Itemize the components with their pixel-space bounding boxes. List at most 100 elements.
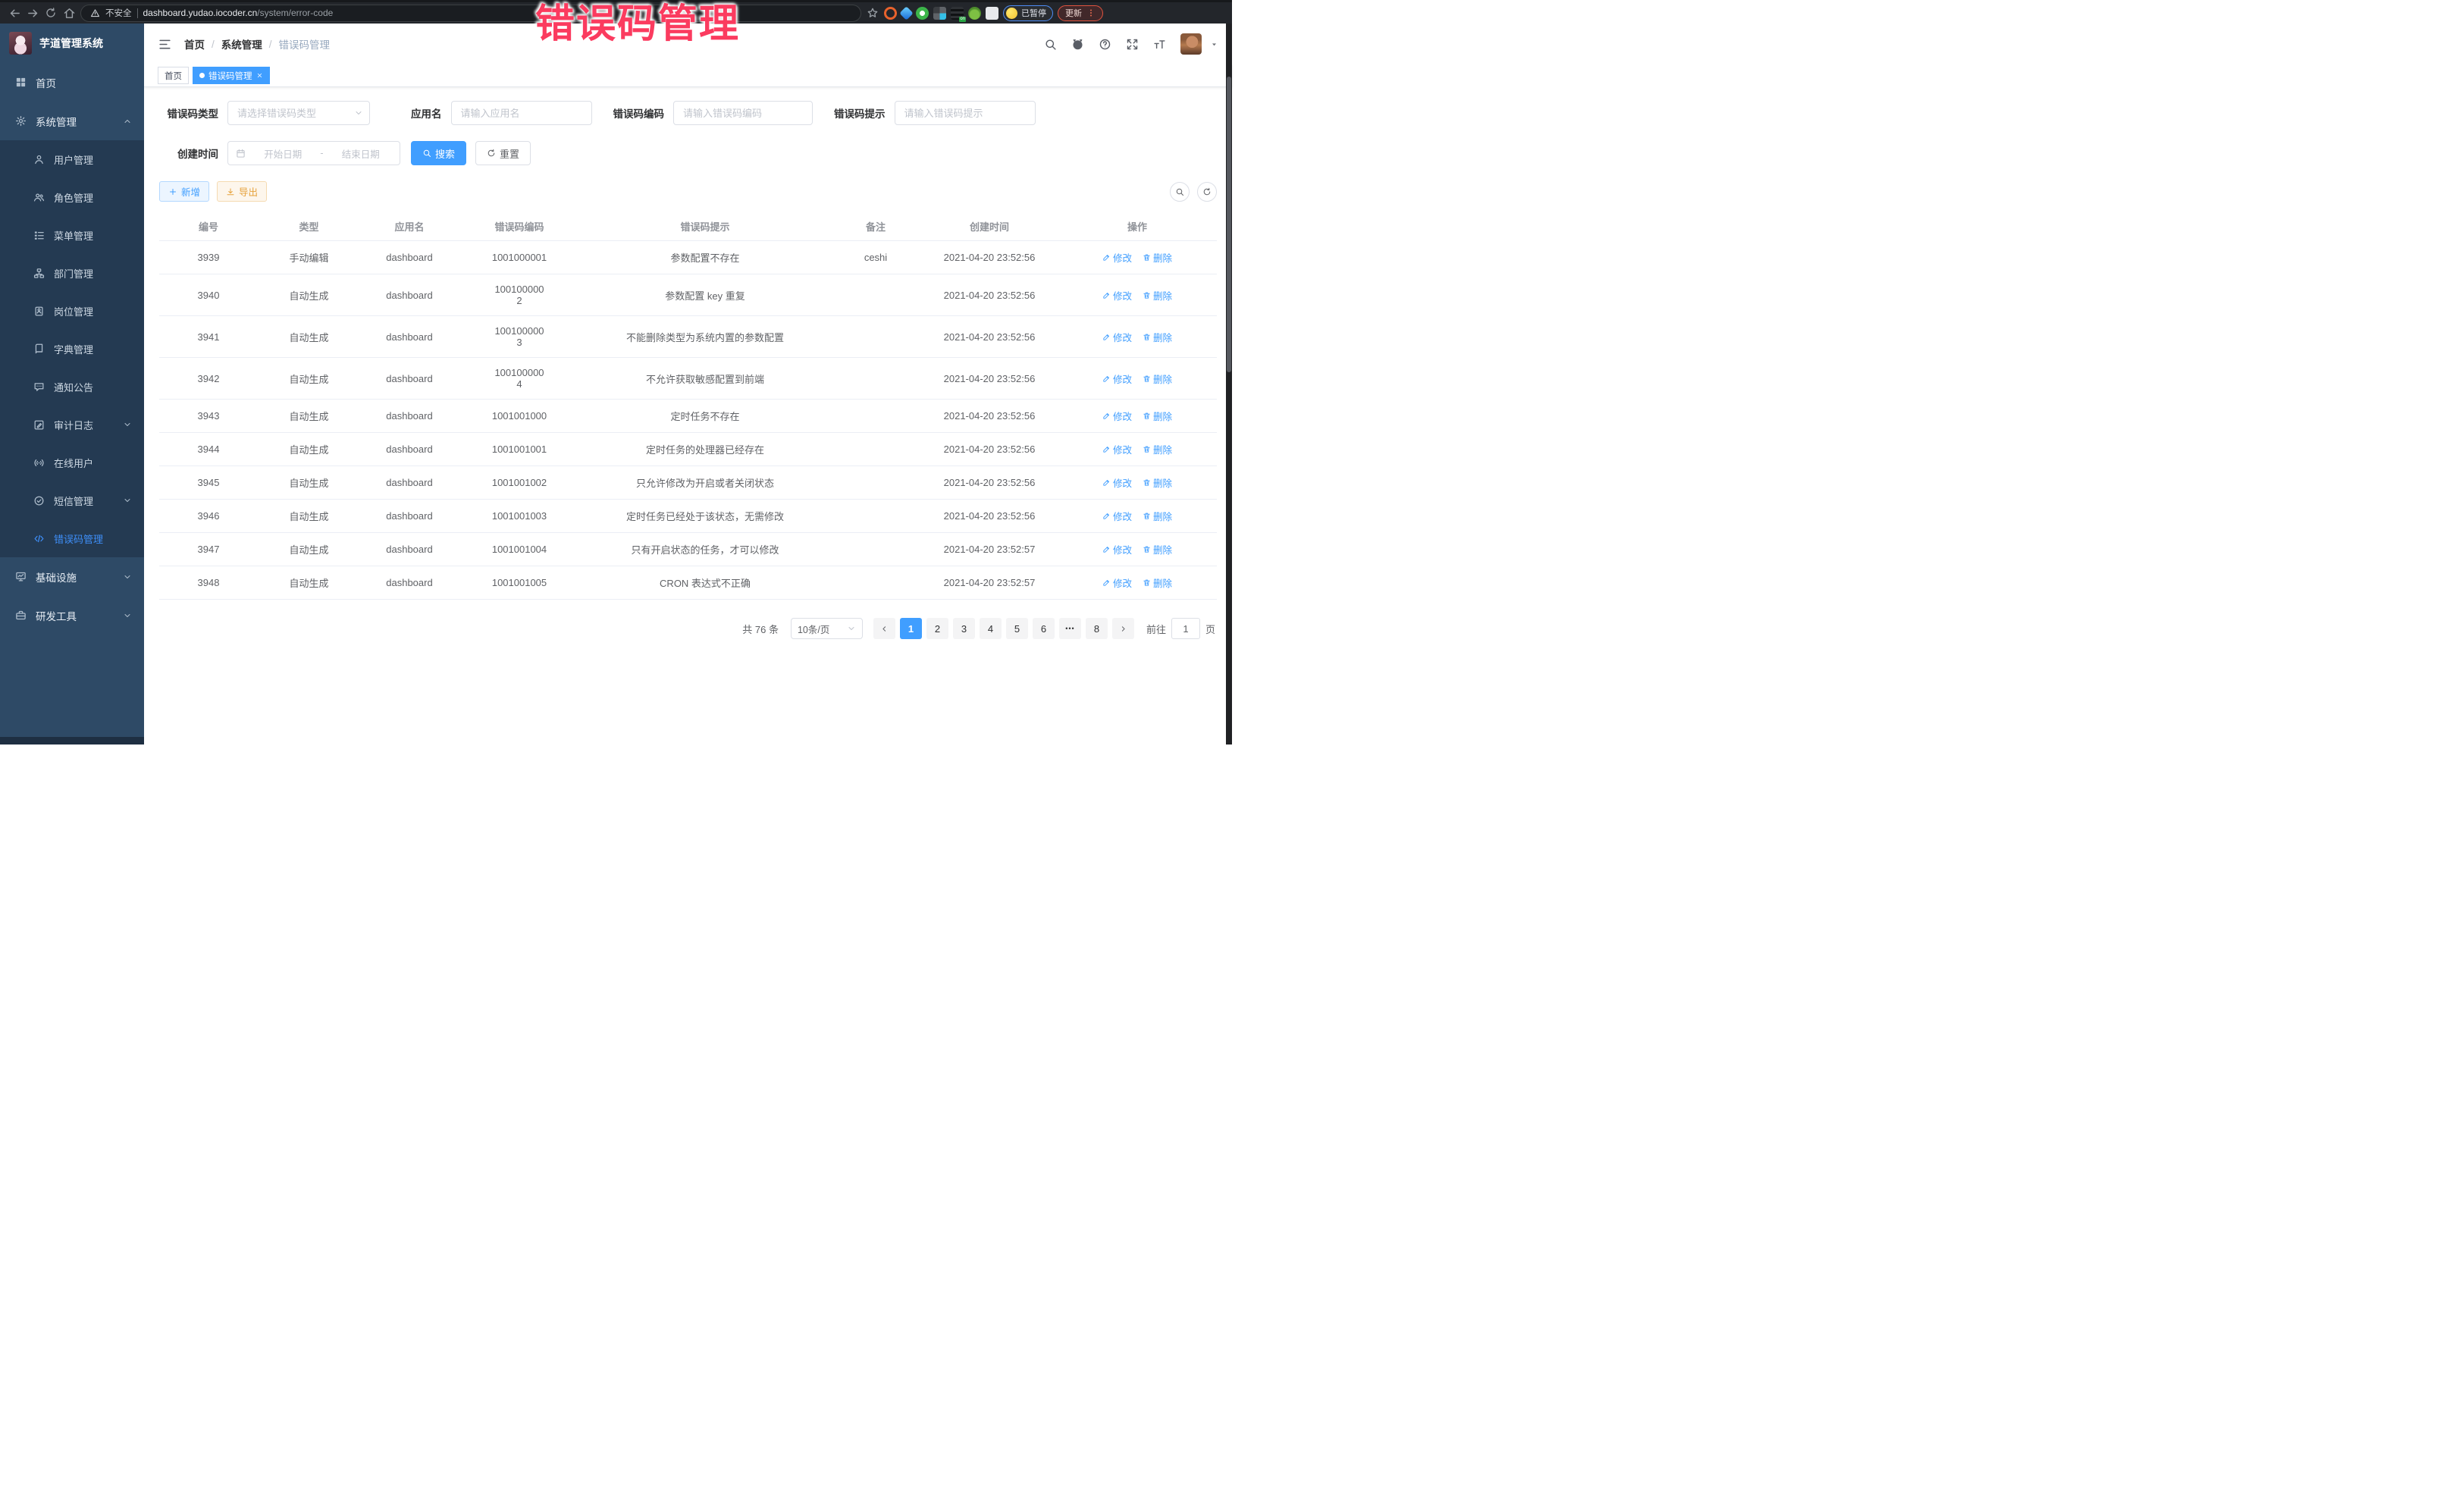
page-size-select[interactable] [791, 618, 863, 639]
breadcrumb-home[interactable]: 首页 [184, 36, 205, 52]
error-code-input[interactable] [673, 101, 813, 125]
edit-link[interactable]: 修改 [1102, 575, 1132, 590]
delete-link[interactable]: 删除 [1143, 475, 1172, 490]
sidebar-item-online-users[interactable]: 在线用户 [0, 444, 144, 481]
table-row: 3943 自动生成 dashboard 1001001000 定时任务不存在 2… [159, 400, 1217, 433]
sidebar-item-system[interactable]: 系统管理 [0, 102, 144, 140]
sidebar-item-announcements[interactable]: 通知公告 [0, 368, 144, 406]
user-avatar[interactable] [1180, 33, 1202, 55]
extension-icon-puzzle[interactable] [986, 7, 998, 20]
page-button-3[interactable]: 3 [953, 618, 975, 639]
next-page-button[interactable] [1112, 618, 1134, 639]
delete-link[interactable]: 删除 [1143, 250, 1172, 265]
breadcrumb: 首页 / 系统管理 / 错误码管理 [184, 36, 330, 52]
edit-link[interactable]: 修改 [1102, 475, 1132, 490]
edit-link[interactable]: 修改 [1102, 330, 1132, 344]
extension-paused-badge[interactable]: 已暂停 [1003, 5, 1053, 21]
edit-link[interactable]: 修改 [1102, 371, 1132, 386]
page-button-4[interactable]: 4 [980, 618, 1002, 639]
browser-back-icon[interactable] [8, 6, 21, 20]
extension-icon-green-y[interactable] [916, 7, 929, 20]
sidebar-item-roles[interactable]: 角色管理 [0, 178, 144, 216]
edit-link[interactable]: 修改 [1102, 509, 1132, 523]
page-button-6[interactable]: 6 [1033, 618, 1055, 639]
breadcrumb-system[interactable]: 系统管理 [221, 36, 262, 52]
delete-link[interactable]: 删除 [1143, 409, 1172, 423]
toggle-search-button[interactable] [1170, 182, 1190, 202]
edit-link[interactable]: 修改 [1102, 442, 1132, 456]
app-logo-row[interactable]: 芋道管理系统 [0, 24, 144, 63]
caret-down-icon[interactable] [1210, 40, 1218, 49]
export-button[interactable]: 导出 [217, 181, 267, 202]
page-button-last[interactable]: 8 [1086, 618, 1108, 639]
browser-home-icon[interactable] [62, 6, 76, 20]
prev-page-button[interactable] [873, 618, 895, 639]
extension-icon-plant[interactable] [968, 7, 981, 20]
delete-link[interactable]: 删除 [1143, 509, 1172, 523]
chevron-left-icon [880, 625, 889, 633]
page-button-1[interactable]: 1 [900, 618, 922, 639]
delete-link[interactable]: 删除 [1143, 442, 1172, 456]
sidebar-item-infrastructure[interactable]: 基础设施 [0, 557, 144, 596]
close-icon[interactable] [256, 72, 263, 79]
table-row: 3941 自动生成 dashboard 100100000 3 不能删除类型为系… [159, 316, 1217, 358]
delete-link[interactable]: 删除 [1143, 371, 1172, 386]
table-row: 3940 自动生成 dashboard 100100000 2 参数配置 key… [159, 274, 1217, 316]
table-row: 3945 自动生成 dashboard 1001001002 只允许修改为开启或… [159, 466, 1217, 500]
edit-link[interactable]: 修改 [1102, 409, 1132, 423]
sidebar-item-error-code[interactable]: 错误码管理 [0, 519, 144, 557]
delete-link[interactable]: 删除 [1143, 288, 1172, 303]
font-size-icon[interactable] [1153, 38, 1166, 51]
tag-view-bar: 首页 错误码管理 [144, 64, 1232, 87]
search-icon[interactable] [1044, 38, 1057, 51]
edit-link[interactable]: 修改 [1102, 288, 1132, 303]
refresh-icon [1202, 187, 1212, 196]
browser-address-bar[interactable]: 不安全 dashboard.yudao.iocoder.cn/system/er… [80, 5, 861, 22]
extension-icon-gem[interactable] [899, 6, 913, 20]
tab-home[interactable]: 首页 [158, 67, 189, 84]
sidebar-item-departments[interactable]: 部门管理 [0, 254, 144, 292]
page-button-5[interactable]: 5 [1006, 618, 1028, 639]
trash-icon [1143, 478, 1151, 487]
scrollbar-thumb[interactable] [1227, 77, 1231, 372]
sidebar-item-users[interactable]: 用户管理 [0, 140, 144, 178]
help-icon[interactable] [1099, 38, 1111, 51]
error-type-select[interactable] [227, 101, 370, 125]
reset-button[interactable]: 重置 [475, 141, 531, 165]
sidebar-item-home[interactable]: 首页 [0, 63, 144, 102]
sidebar-item-positions[interactable]: 岗位管理 [0, 292, 144, 330]
page-button-2[interactable]: 2 [926, 618, 948, 639]
pen-icon [1102, 512, 1111, 520]
extension-icon-grid-drop[interactable] [933, 7, 946, 20]
sidebar-item-audit-log[interactable]: 审计日志 [0, 406, 144, 444]
extension-icon-orange[interactable] [884, 7, 897, 20]
delete-link[interactable]: 删除 [1143, 575, 1172, 590]
refresh-table-button[interactable] [1197, 182, 1217, 202]
sidebar-item-sms[interactable]: 短信管理 [0, 481, 144, 519]
delete-link[interactable]: 删除 [1143, 542, 1172, 556]
fullscreen-icon[interactable] [1126, 38, 1139, 51]
sidebar-collapse-bar[interactable] [0, 737, 144, 744]
delete-link[interactable]: 删除 [1143, 330, 1172, 344]
edit-link[interactable]: 修改 [1102, 250, 1132, 265]
hamburger-icon[interactable] [158, 37, 172, 52]
edit-link[interactable]: 修改 [1102, 542, 1132, 556]
browser-forward-icon[interactable] [26, 6, 39, 20]
goto-page-input[interactable] [1171, 618, 1200, 639]
browser-reload-icon[interactable] [44, 6, 58, 20]
error-hint-input[interactable] [895, 101, 1036, 125]
browser-update-button[interactable]: 更新 [1058, 5, 1103, 21]
scrollbar[interactable] [1226, 24, 1232, 744]
app-name-input[interactable] [451, 101, 592, 125]
extension-icon-tampermonkey[interactable]: on [951, 7, 964, 20]
github-icon[interactable] [1071, 38, 1084, 51]
add-button[interactable]: 新增 [159, 181, 209, 202]
search-button[interactable]: 搜索 [411, 141, 466, 165]
sidebar-item-menus[interactable]: 菜单管理 [0, 216, 144, 254]
sidebar-item-dev-tools[interactable]: 研发工具 [0, 596, 144, 635]
sidebar-item-dictionary[interactable]: 字典管理 [0, 330, 144, 368]
tab-error-code[interactable]: 错误码管理 [193, 67, 270, 84]
pagination-ellipsis[interactable]: ••• [1059, 618, 1081, 639]
bookmark-star-icon[interactable] [866, 6, 879, 20]
date-range-picker[interactable]: 开始日期 - 结束日期 [227, 141, 400, 165]
